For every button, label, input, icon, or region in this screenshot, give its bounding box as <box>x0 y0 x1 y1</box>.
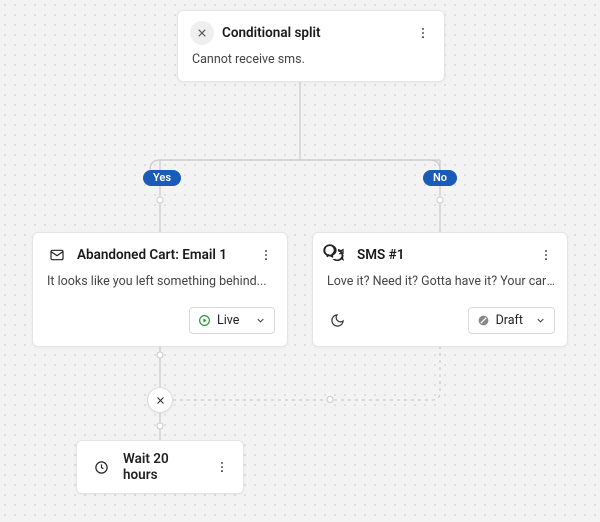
email-icon <box>45 243 69 267</box>
wait-card[interactable]: Wait 20 hours <box>76 440 244 494</box>
split-icon <box>190 21 214 45</box>
status-dropdown-draft[interactable]: Draft <box>468 307 555 334</box>
status-dropdown-live[interactable]: Live <box>189 307 275 334</box>
split-condition-text: Cannot receive sms. <box>178 51 444 81</box>
status-label: Live <box>217 313 243 328</box>
status-label: Draft <box>496 313 523 328</box>
branch-pill-yes[interactable]: Yes <box>143 170 181 186</box>
conditional-split-card[interactable]: Conditional split Cannot receive sms. <box>177 10 445 82</box>
sms-card[interactable]: SMS #1 Love it? Need it? Gotta have it? … <box>312 232 568 347</box>
kebab-menu[interactable] <box>537 246 555 264</box>
card-title: Abandoned Cart: Email 1 <box>77 247 249 263</box>
draft-slash-icon <box>477 314 490 327</box>
flow-canvas[interactable]: Conditional split Cannot receive sms. Ye… <box>0 0 600 522</box>
card-title: SMS #1 <box>357 247 529 263</box>
branch-pill-no[interactable]: No <box>423 170 457 186</box>
clock-icon <box>89 458 113 476</box>
quiet-hours-icon <box>325 311 349 329</box>
card-title: Conditional split <box>222 25 406 41</box>
play-circle-icon <box>198 314 211 327</box>
chevron-down-icon <box>255 315 266 326</box>
kebab-menu[interactable] <box>257 246 275 264</box>
chat-bubble-icon <box>322 243 338 263</box>
kebab-menu[interactable] <box>414 24 432 42</box>
email-card[interactable]: Abandoned Cart: Email 1 It looks like yo… <box>32 232 288 347</box>
kebab-menu[interactable] <box>213 458 231 476</box>
merge-node[interactable] <box>147 387 173 413</box>
chevron-down-icon <box>535 315 546 326</box>
merge-icon <box>154 394 167 407</box>
sms-preview-text: Love it? Need it? Gotta have it? Your ca… <box>313 273 567 303</box>
email-preview-text: It looks like you left something behind.… <box>33 273 287 303</box>
wait-title: Wait 20 hours <box>123 451 203 483</box>
